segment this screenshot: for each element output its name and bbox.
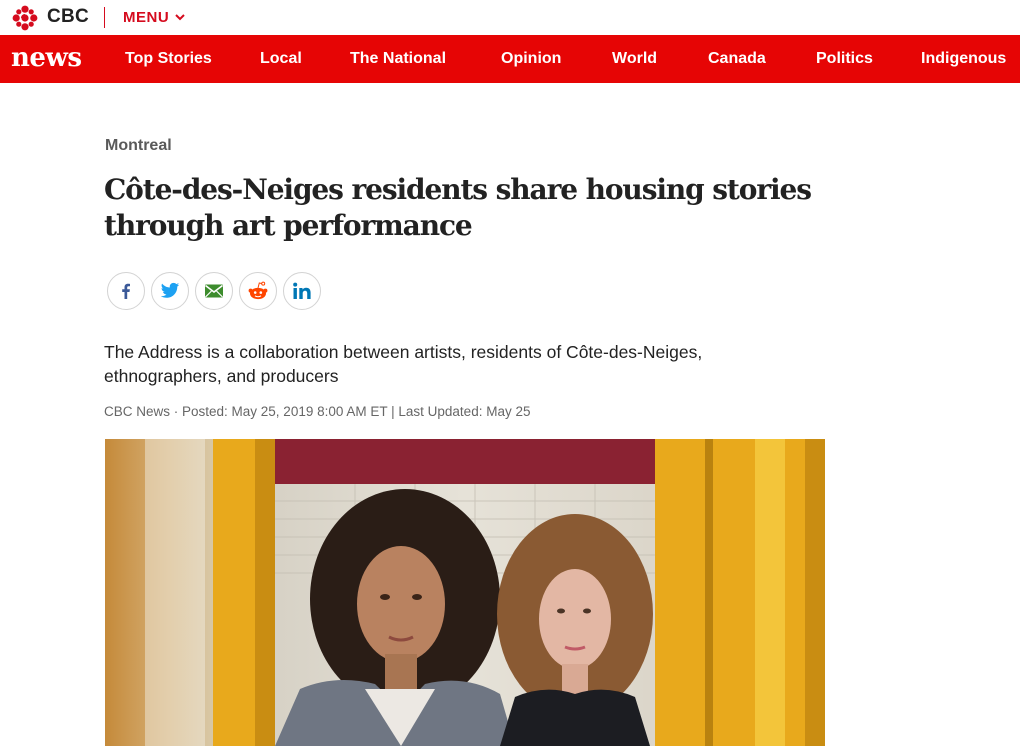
nav-item-indigenous[interactable]: Indigenous [921,50,1006,68]
top-utility-bar: CBC MENU [0,0,1020,35]
share-twitter-button[interactable] [151,272,189,310]
cbc-gem-logo-icon[interactable] [12,5,38,31]
menu-label: MENU [123,9,170,26]
share-reddit-button[interactable] [239,272,277,310]
article-lead-photo[interactable] [105,439,825,746]
section-kicker-link[interactable]: Montreal [105,137,172,155]
nav-item-local[interactable]: Local [260,50,302,68]
email-icon [205,284,223,298]
main-navigation: news Top Stories Local The National Opin… [0,35,1020,83]
nav-item-opinion[interactable]: Opinion [501,50,561,68]
article-deck: The Address is a collaboration between a… [104,342,703,386]
chevron-down-icon [175,14,185,21]
article-byline: CBC News · Posted: May 25, 2019 8:00 AM … [104,404,531,419]
article-headline: Côte-des-Neiges residents share housing … [104,173,812,242]
nav-item-canada[interactable]: Canada [708,50,766,68]
twitter-icon [160,282,180,298]
nav-item-top-stories[interactable]: Top Stories [125,50,212,68]
share-linkedin-button[interactable] [283,272,321,310]
nav-item-politics[interactable]: Politics [816,50,873,68]
cbc-brand-text[interactable]: CBC [47,6,89,28]
news-logo[interactable]: news [11,43,82,73]
share-buttons [107,272,321,310]
share-facebook-button[interactable] [107,272,145,310]
facebook-icon [122,283,130,299]
nav-item-the-national[interactable]: The National [350,50,446,68]
topbar-divider [104,7,105,28]
menu-button[interactable]: MENU [123,9,185,26]
reddit-icon [248,281,268,300]
nav-item-world[interactable]: World [612,50,657,68]
share-email-button[interactable] [195,272,233,310]
linkedin-icon [293,282,311,299]
